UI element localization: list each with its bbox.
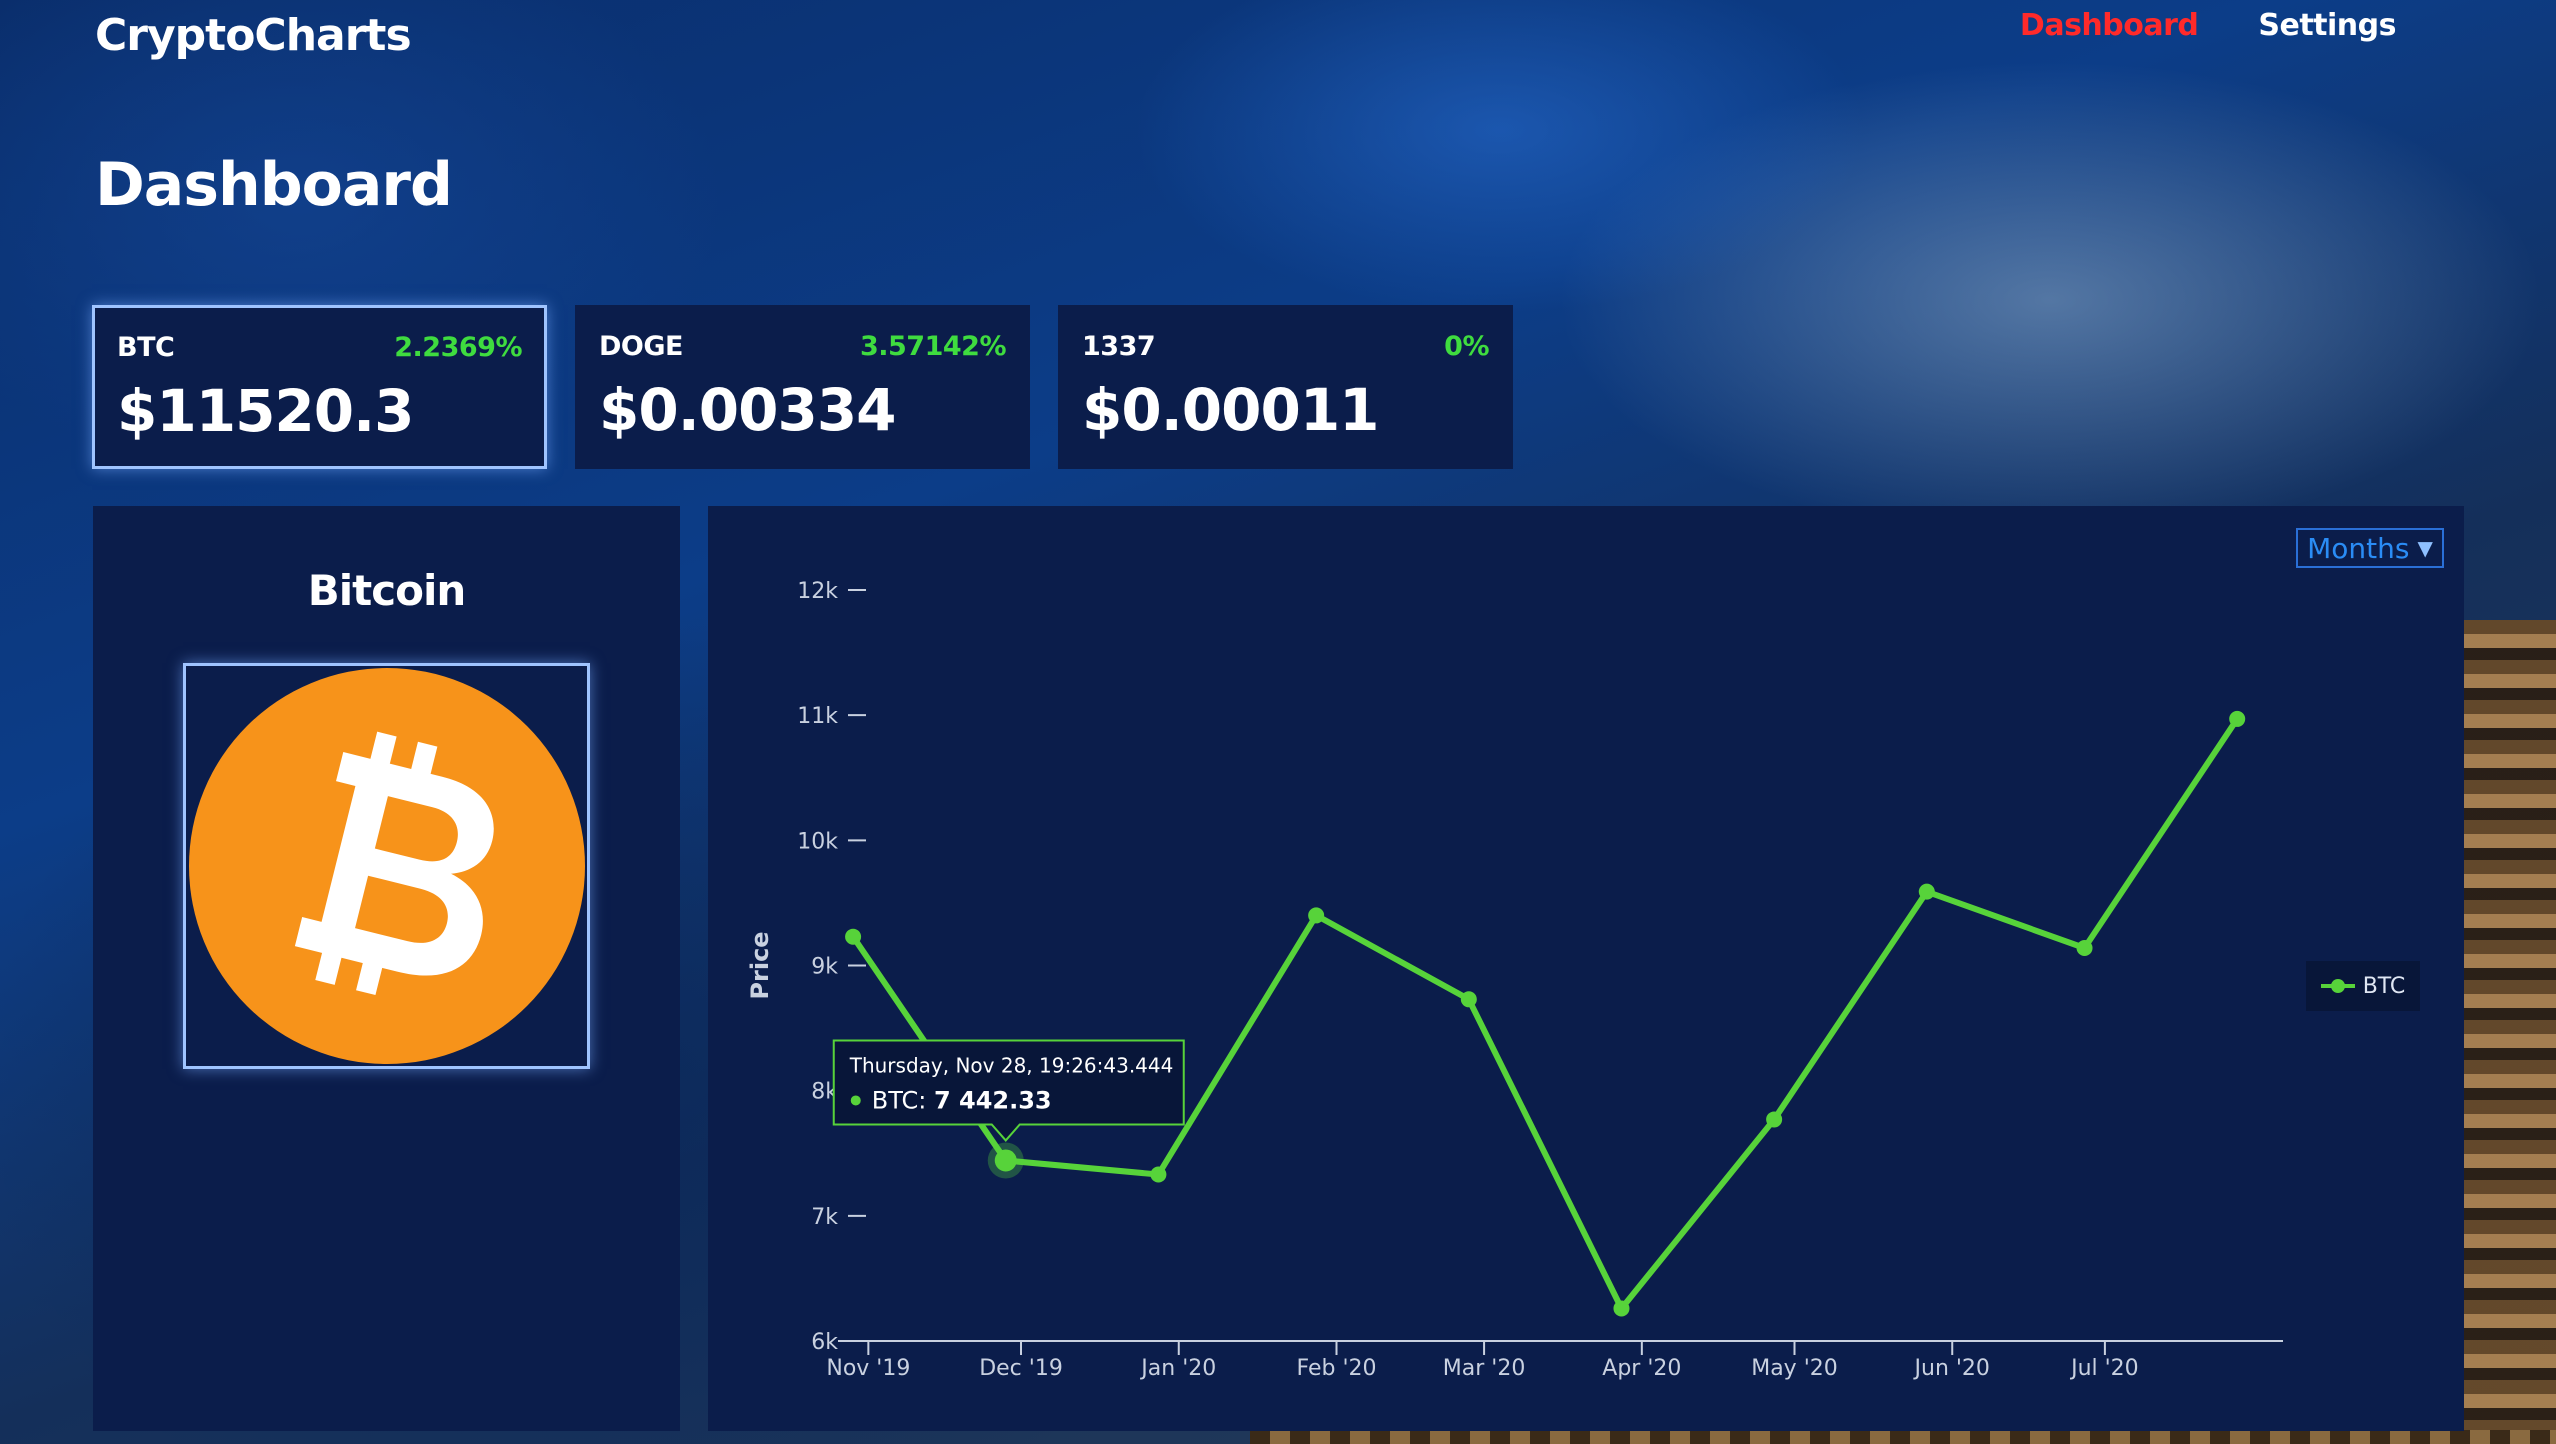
period-select[interactable]: Months ▼ <box>2296 528 2444 568</box>
card-header: DOGE 3.57142% <box>599 331 1007 362</box>
chevron-down-icon: ▼ <box>2417 536 2433 560</box>
tooltip-series-dot <box>850 1095 861 1106</box>
card-header: BTC 2.2369% <box>117 332 522 363</box>
card-price: $0.00011 <box>1082 376 1380 444</box>
x-tick-label: Feb '20 <box>1297 1356 1377 1381</box>
legend-line-icon <box>2320 979 2355 993</box>
price-chart-panel: 6k 7k 8k 9k 10k 11k 12k Price Nov '19 Dec '19 Jan … <box>708 506 2464 1431</box>
data-point <box>1766 1111 1783 1128</box>
data-point <box>845 928 862 945</box>
y-tick-label: 10k <box>797 829 838 854</box>
x-tick-label: Jul '20 <box>2069 1356 2139 1381</box>
tooltip-value: BTC: 7 442.33 <box>872 1086 1052 1114</box>
data-point <box>1460 991 1477 1008</box>
period-select-value: Months <box>2307 531 2410 565</box>
brand-logo[interactable]: CryptoCharts <box>95 10 412 61</box>
page-title: Dashboard <box>95 150 453 220</box>
price-chart[interactable]: 6k7k8k9k10k11k12kPriceNov '19 Dec '19 Jan … <box>708 506 2464 1431</box>
x-tick-label: Jun '20 <box>1913 1356 1990 1381</box>
coin-logo-frame <box>183 663 590 1069</box>
ticker-card-1337[interactable]: 1337 0% $0.00011 <box>1058 305 1513 469</box>
tooltip-series-name: BTC: <box>872 1086 934 1114</box>
nav-dashboard-link[interactable]: Dashboard <box>2020 8 2199 43</box>
legend-label: BTC <box>2362 973 2406 999</box>
x-tick-label: May '20 <box>1751 1356 1838 1381</box>
data-point <box>1150 1166 1167 1183</box>
card-header: 1337 0% <box>1082 331 1489 362</box>
data-point <box>2076 939 2093 956</box>
card-price: $0.00334 <box>599 376 897 444</box>
x-tick-label: Dec '19 <box>979 1356 1063 1381</box>
data-point <box>2229 710 2246 727</box>
y-tick-label: 9k <box>811 955 838 980</box>
y-tick-label: 6k <box>811 1330 838 1355</box>
y-tick-label: 11k <box>797 704 838 729</box>
y-tick-label: 12k <box>797 579 838 604</box>
coin-name: Bitcoin <box>307 566 467 615</box>
card-change: 0% <box>1444 331 1489 362</box>
chart-legend[interactable]: BTC <box>2306 961 2420 1011</box>
data-point <box>1613 1300 1630 1317</box>
ticker-cards: BTC 2.2369% $11520.3 DOGE 3.57142% $0.00… <box>92 305 1513 469</box>
tooltip-date: Thursday, Nov 28, 19:26:43.444 <box>849 1053 1174 1077</box>
ticker-card-btc[interactable]: BTC 2.2369% $11520.3 <box>92 305 547 469</box>
x-tick-label: Mar '20 <box>1443 1356 1526 1381</box>
card-symbol: 1337 <box>1082 331 1156 362</box>
x-tick-label: Apr '20 <box>1602 1356 1681 1381</box>
card-price: $11520.3 <box>117 377 415 445</box>
data-point <box>1918 883 1935 900</box>
top-nav: Dashboard Settings <box>2020 8 2397 43</box>
tooltip-series-value: 7 442.33 <box>934 1086 1052 1114</box>
bitcoin-logo-icon <box>188 668 585 1064</box>
x-tick-label: Jan '20 <box>1139 1356 1216 1381</box>
card-symbol: BTC <box>117 332 175 363</box>
data-point <box>1308 907 1325 924</box>
data-point-highlighted <box>994 1149 1017 1172</box>
series-line-btc <box>850 717 2240 1312</box>
card-change: 3.57142% <box>859 331 1007 362</box>
card-change: 2.2369% <box>394 332 522 363</box>
ticker-card-doge[interactable]: DOGE 3.57142% $0.00334 <box>575 305 1030 469</box>
background-bottom-strip <box>1250 1430 2556 1444</box>
y-axis-label: Price <box>746 931 774 999</box>
card-symbol: DOGE <box>599 331 683 362</box>
nav-settings-link[interactable]: Settings <box>2258 8 2396 43</box>
x-tick-label: Nov '19 <box>826 1356 910 1381</box>
coin-info-panel: Bitcoin <box>93 506 680 1431</box>
y-tick-label: 7k <box>811 1205 838 1230</box>
